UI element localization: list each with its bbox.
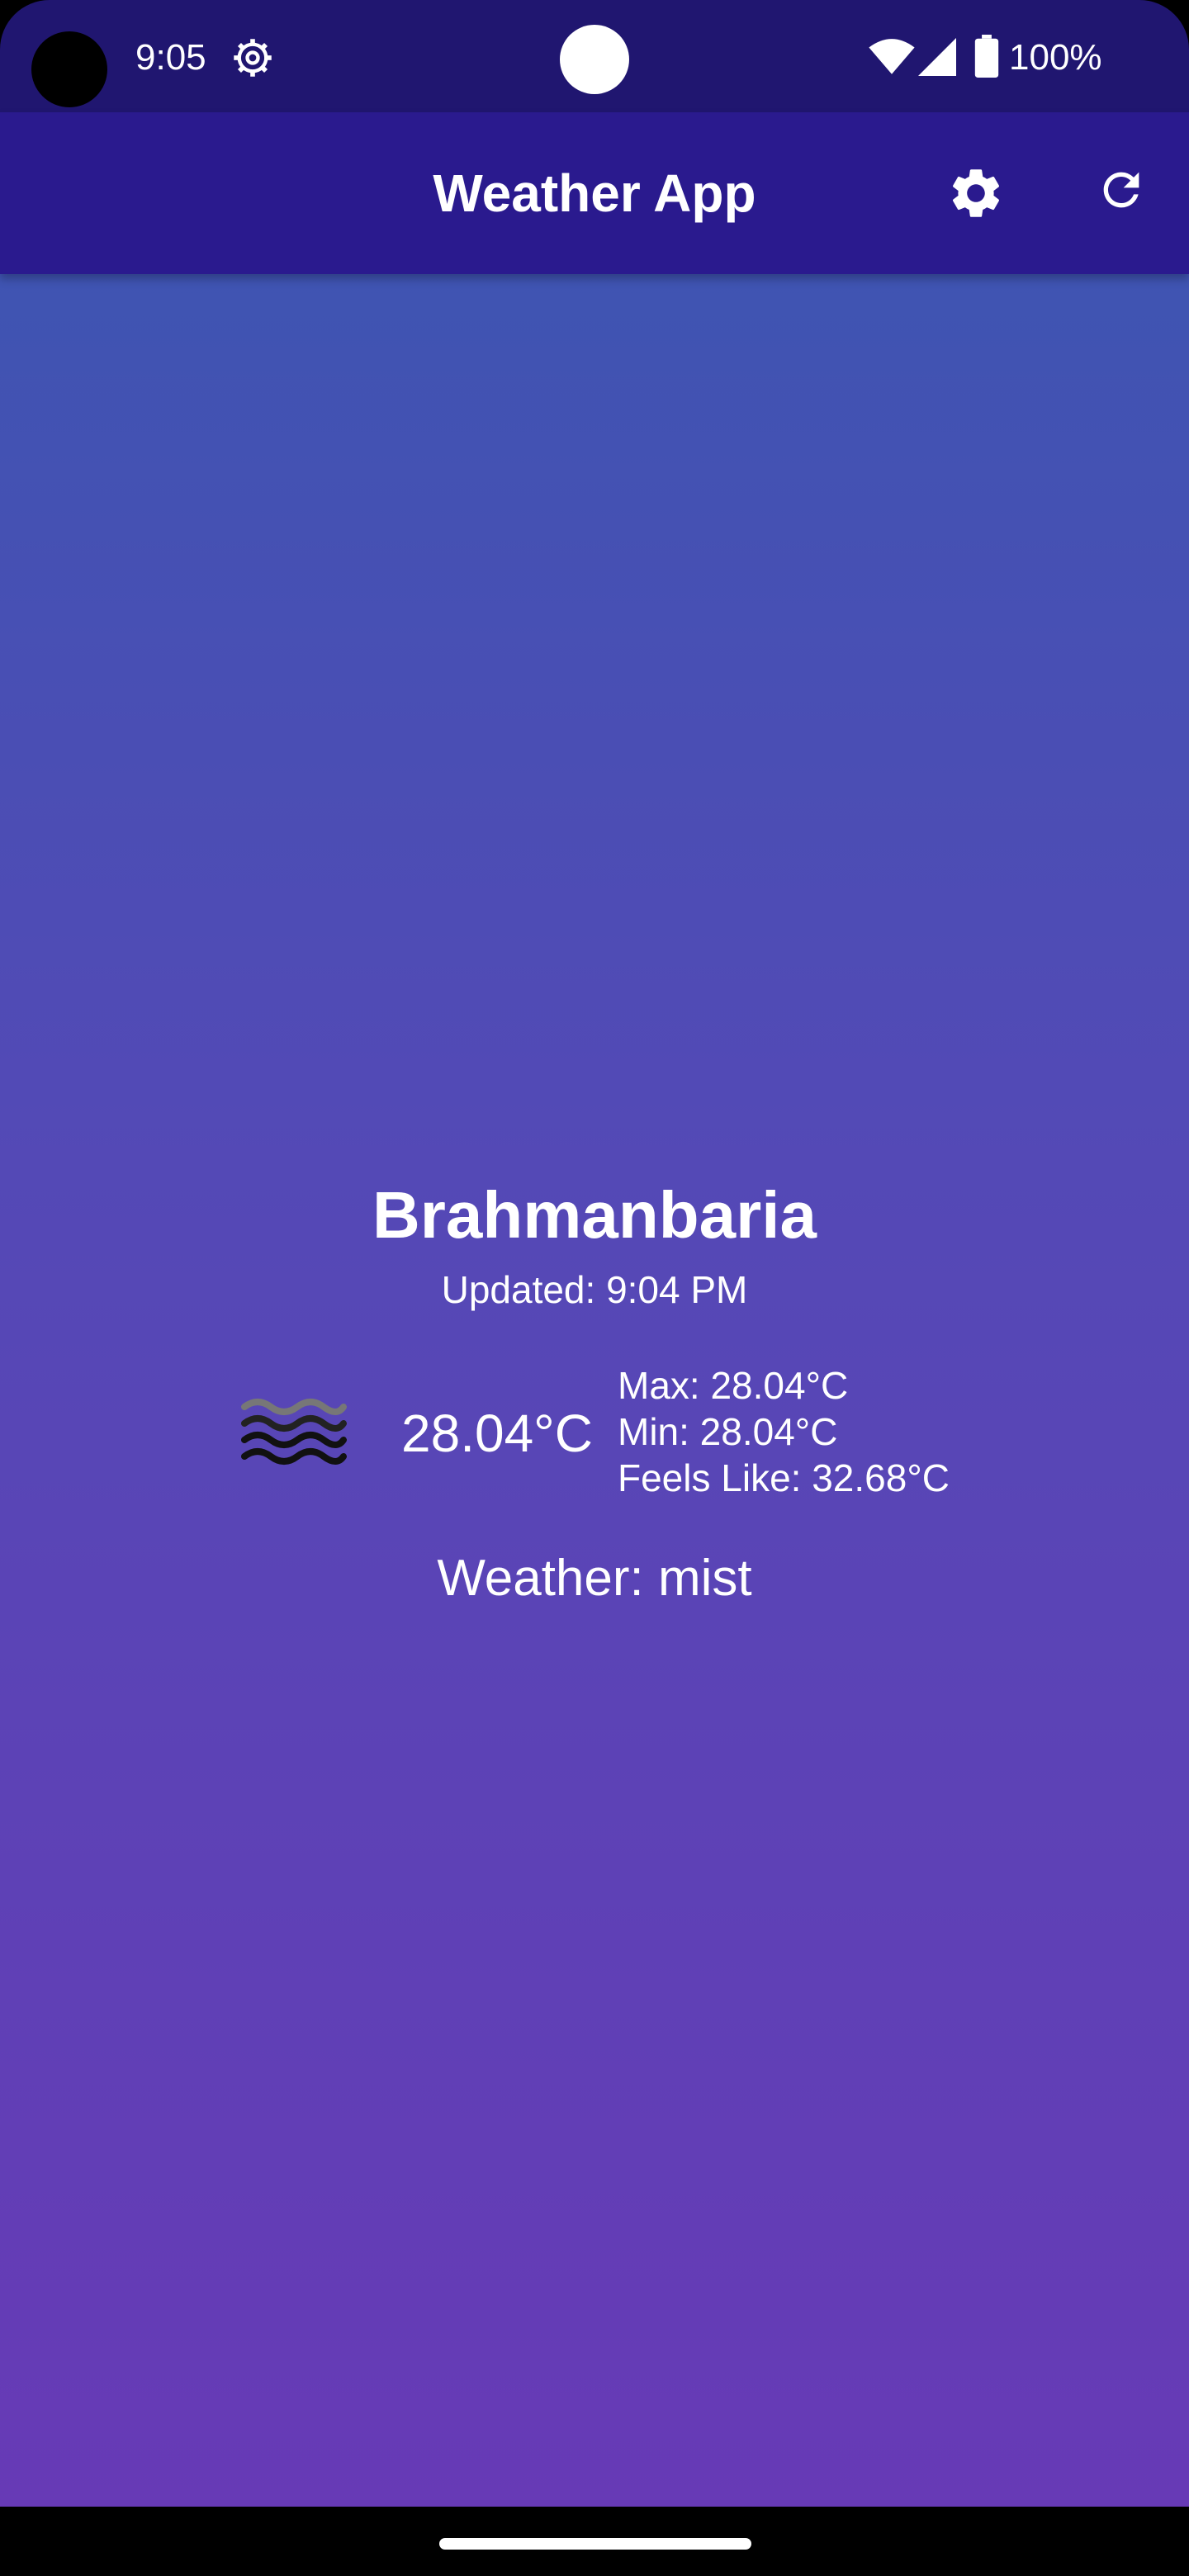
navigation-bar xyxy=(0,2507,1189,2576)
camera-cutout xyxy=(31,31,107,107)
current-temperature: 28.04°C xyxy=(401,1404,593,1463)
settings-button[interactable] xyxy=(946,163,1006,223)
status-bar: 9:05 100% xyxy=(0,0,1189,112)
battery-percentage: 100% xyxy=(1009,37,1102,78)
phone-screen: 9:05 100% Weather App Brahmanbaria Updat… xyxy=(0,0,1189,2576)
battery-icon xyxy=(974,35,999,78)
wifi-icon xyxy=(869,39,915,74)
cell-signal-icon xyxy=(918,38,956,76)
status-time: 9:05 xyxy=(135,37,206,78)
home-gesture-handle[interactable] xyxy=(439,2538,751,2550)
max-temperature: Max: 28.04°C xyxy=(618,1364,849,1407)
mist-icon xyxy=(241,1399,347,1465)
weather-condition: Weather: mist xyxy=(437,1550,752,1607)
min-temperature: Min: 28.04°C xyxy=(618,1410,838,1453)
refresh-button[interactable] xyxy=(1095,163,1148,216)
temperature-details: Max: 28.04°C Min: 28.04°C Feels Like: 32… xyxy=(618,1362,950,1501)
weather-content: Brahmanbaria Updated: 9:04 PM 28.04°C Ma… xyxy=(0,274,1189,2507)
front-sensor xyxy=(560,25,629,94)
feels-like-temperature: Feels Like: 32.68°C xyxy=(618,1456,950,1499)
updated-time: Updated: 9:04 PM xyxy=(441,1268,748,1311)
city-name: Brahmanbaria xyxy=(372,1178,817,1252)
app-title: Weather App xyxy=(433,163,756,223)
settings-notification-icon xyxy=(234,39,272,77)
app-bar: Weather App xyxy=(0,112,1189,274)
